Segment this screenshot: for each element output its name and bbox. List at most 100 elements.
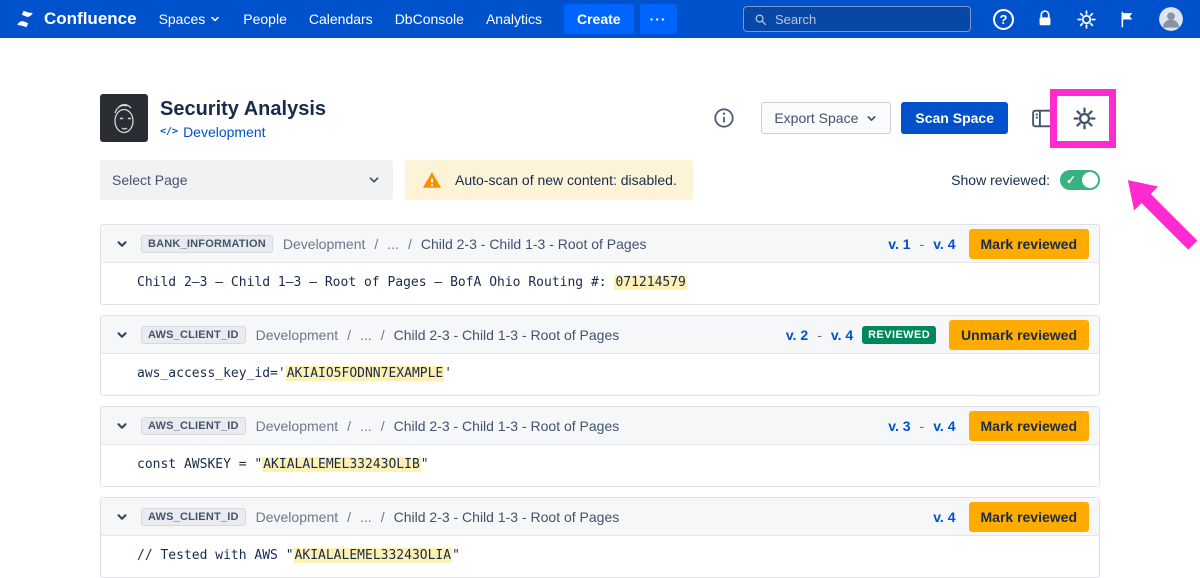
snippet-highlight: 071214579: [614, 275, 686, 290]
version-from-link[interactable]: v. 3: [888, 418, 910, 434]
finding-card: AWS_CLIENT_ID Development / ... / Child …: [100, 315, 1100, 396]
finding-card: AWS_CLIENT_ID Development / ... / Child …: [100, 497, 1100, 578]
finding-snippet: const AWSKEY = "AKIALALEMEL33243OLIB": [101, 445, 1099, 486]
space-settings-gear-icon[interactable]: [1068, 102, 1100, 134]
confluence-logo-icon: [14, 8, 36, 30]
snippet-text: // Tested with AWS ": [137, 548, 294, 563]
version-from-link[interactable]: v. 1: [888, 236, 910, 252]
confluence-brand[interactable]: Confluence: [14, 8, 137, 30]
finding-header: AWS_CLIENT_ID Development / ... / Child …: [101, 316, 1099, 354]
finding-type-badge: AWS_CLIENT_ID: [141, 508, 246, 526]
reviewed-badge: REVIEWED: [862, 326, 936, 344]
breadcrumb-separator: /: [381, 418, 385, 434]
version-to-link[interactable]: v. 4: [933, 236, 955, 252]
scan-space-button[interactable]: Scan Space: [901, 102, 1008, 134]
breadcrumb-page-link[interactable]: Child 2-3 - Child 1-3 - Root of Pages: [394, 327, 620, 343]
global-search[interactable]: [743, 6, 971, 32]
breadcrumb-ellipsis[interactable]: ...: [360, 327, 372, 343]
breadcrumb: Development / ... / Child 2-3 - Child 1-…: [256, 509, 620, 525]
version-to-link[interactable]: v. 4: [831, 327, 853, 343]
version-from-link[interactable]: v. 2: [786, 327, 808, 343]
breadcrumb-separator: /: [408, 236, 412, 252]
create-button[interactable]: Create: [564, 4, 634, 34]
finding-header: BANK_INFORMATION Development / ... / Chi…: [101, 225, 1099, 263]
flag-icon[interactable]: [1118, 10, 1137, 29]
select-page-dropdown[interactable]: Select Page: [100, 160, 393, 200]
collapse-chevron-icon[interactable]: [113, 326, 131, 344]
nav-dbconsole[interactable]: DbConsole: [395, 11, 464, 27]
page-header: Security Analysis </> Development Export…: [100, 90, 1100, 146]
check-icon: ✓: [1066, 172, 1076, 188]
nav-spaces[interactable]: Spaces: [159, 11, 222, 27]
title-block: Security Analysis </> Development: [160, 97, 326, 140]
breadcrumb-page-link[interactable]: Child 2-3 - Child 1-3 - Root of Pages: [421, 236, 647, 252]
finding-header: AWS_CLIENT_ID Development / ... / Child …: [101, 498, 1099, 536]
export-space-button[interactable]: Export Space: [761, 102, 891, 134]
topbar-icon-group: [993, 6, 1184, 32]
toggle-knob: [1082, 172, 1098, 188]
breadcrumb: Development / ... / Child 2-3 - Child 1-…: [283, 236, 647, 252]
lock-icon[interactable]: [1035, 9, 1055, 29]
snippet-text: const AWSKEY = ": [137, 457, 262, 472]
breadcrumb-space-link[interactable]: Development: [256, 327, 339, 343]
search-input[interactable]: [775, 12, 961, 27]
breadcrumb-separator: /: [381, 509, 385, 525]
chevron-down-icon: [367, 173, 381, 187]
breadcrumb: Development / ... / Child 2-3 - Child 1-…: [256, 327, 620, 343]
nav-people[interactable]: People: [243, 11, 287, 27]
breadcrumb-separator: /: [347, 327, 351, 343]
brand-label: Confluence: [44, 9, 137, 29]
collapse-chevron-icon[interactable]: [113, 508, 131, 526]
findings-list: BANK_INFORMATION Development / ... / Chi…: [100, 224, 1100, 578]
breadcrumb-ellipsis[interactable]: ...: [387, 236, 399, 252]
collapse-chevron-icon[interactable]: [113, 235, 131, 253]
version-to-link[interactable]: v. 4: [933, 509, 955, 525]
mark-reviewed-button[interactable]: Mark reviewed: [969, 411, 1090, 441]
more-actions-button[interactable]: ···: [640, 4, 677, 34]
breadcrumb-page-link[interactable]: Child 2-3 - Child 1-3 - Root of Pages: [394, 509, 620, 525]
breadcrumb-separator: /: [381, 327, 385, 343]
select-page-value: Select Page: [112, 172, 188, 188]
space-link[interactable]: Development: [183, 124, 266, 140]
page-title: Security Analysis: [160, 97, 326, 121]
nav-item-label: Spaces: [159, 11, 206, 27]
finding-header-right: v. 1 - v. 4 Mark reviewed: [888, 229, 1089, 259]
collapse-chevron-icon[interactable]: [113, 417, 131, 435]
snippet-highlight: AKIAIO5FODNN7EXAMPLE: [286, 366, 445, 381]
primary-nav: Spaces People Calendars DbConsole Analyt…: [159, 11, 542, 27]
mark-reviewed-button[interactable]: Mark reviewed: [969, 502, 1090, 532]
breadcrumb-space-link[interactable]: Development: [283, 236, 366, 252]
snippet-text: ": [421, 457, 429, 472]
unmark-reviewed-button[interactable]: Unmark reviewed: [949, 320, 1089, 350]
breadcrumb-ellipsis[interactable]: ...: [360, 509, 372, 525]
finding-snippet: // Tested with AWS "AKIALALEMEL33243OLIA…: [101, 536, 1099, 577]
chevron-down-icon: [865, 112, 878, 125]
nav-analytics[interactable]: Analytics: [486, 11, 542, 27]
snippet-highlight: AKIALALEMEL33243OLIA: [294, 548, 453, 563]
breadcrumb-space-link[interactable]: Development: [256, 418, 339, 434]
user-avatar[interactable]: [1158, 6, 1184, 32]
snippet-text: aws_access_key_id=': [137, 366, 286, 381]
nav-calendars[interactable]: Calendars: [309, 11, 373, 27]
mark-reviewed-button[interactable]: Mark reviewed: [969, 229, 1090, 259]
help-icon[interactable]: [993, 9, 1014, 30]
warning-text: Auto-scan of new content: disabled.: [455, 172, 677, 188]
version-to-link[interactable]: v. 4: [933, 418, 955, 434]
breadcrumb-page-link[interactable]: Child 2-3 - Child 1-3 - Root of Pages: [394, 418, 620, 434]
finding-card: AWS_CLIENT_ID Development / ... / Child …: [100, 406, 1100, 487]
snippet-text: ': [444, 366, 452, 381]
breadcrumb-separator: /: [347, 418, 351, 434]
warning-icon: [421, 169, 443, 191]
header-actions: Export Space Scan Space: [713, 102, 1100, 134]
sidebar-layout-icon[interactable]: [1026, 102, 1058, 134]
version-dash: -: [920, 418, 925, 434]
snippet-text: ": [452, 548, 460, 563]
info-icon[interactable]: [713, 107, 735, 129]
gear-icon[interactable]: [1076, 9, 1097, 30]
nav-item-label: Analytics: [486, 11, 542, 27]
show-reviewed-toggle[interactable]: ✓: [1060, 170, 1100, 190]
breadcrumb-ellipsis[interactable]: ...: [360, 418, 372, 434]
snippet-highlight: AKIALALEMEL33243OLIB: [262, 457, 421, 472]
breadcrumb-space-link[interactable]: Development: [256, 509, 339, 525]
breadcrumb: Development / ... / Child 2-3 - Child 1-…: [256, 418, 620, 434]
